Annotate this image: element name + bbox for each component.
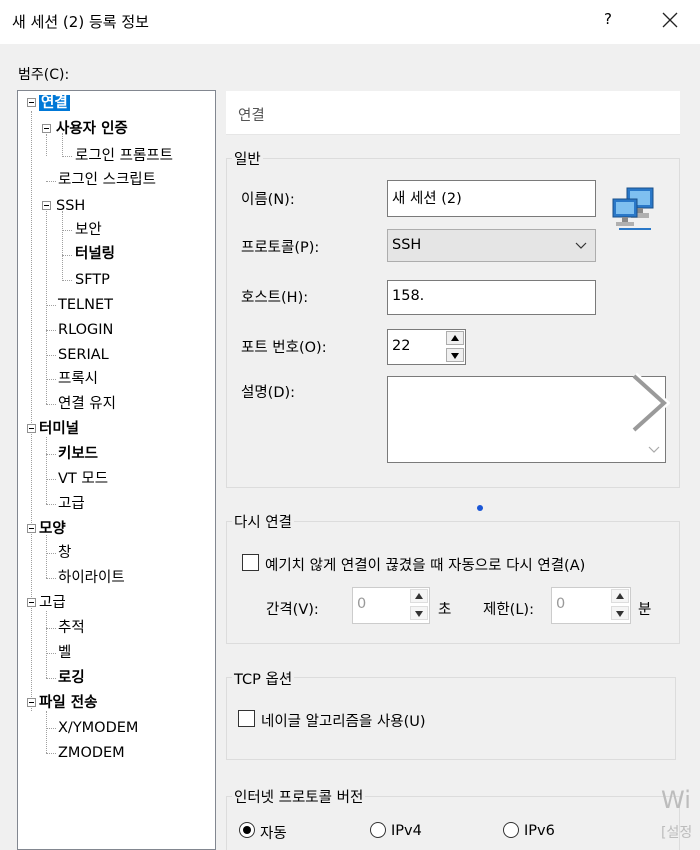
chevron-down-icon (648, 446, 660, 453)
panel-title: 연결 (238, 108, 265, 124)
interval-value: 0 (357, 596, 367, 612)
tree-item-proxy[interactable]: 프록시 (58, 368, 98, 390)
collapse-icon[interactable] (27, 424, 36, 433)
ipv6-radio[interactable] (503, 822, 519, 838)
tree-item-connection[interactable]: 연결 (39, 92, 70, 114)
tree-item-security[interactable]: 보안 (75, 219, 102, 241)
title-bar: 새 세션 (2) 등록 정보 ? (0, 0, 700, 44)
tree-item-file-transfer[interactable]: 파일 전송 (39, 692, 97, 714)
port-stepper[interactable]: 22 (387, 329, 466, 365)
tree-item-bell[interactable]: 벨 (58, 642, 71, 664)
tree-item-terminal-advanced[interactable]: 고급 (58, 493, 85, 515)
spin-up-button[interactable] (611, 589, 629, 603)
tree-item-xymodem[interactable]: X/YMODEM (58, 717, 138, 739)
spin-down-button[interactable] (446, 348, 464, 362)
tree-item-rlogin[interactable]: RLOGIN (58, 319, 113, 341)
triangle-down-icon (451, 353, 459, 359)
tree-item-keyboard[interactable]: 키보드 (58, 443, 98, 465)
window-title: 새 세션 (2) 등록 정보 (12, 13, 149, 31)
reconnect-group (226, 521, 680, 644)
activation-watermark-line2: [설정 (661, 825, 693, 841)
port-label: 포트 번호(O): (241, 340, 327, 356)
tree-item-zmodem[interactable]: ZMODEM (58, 742, 125, 764)
limit-unit: 분 (638, 602, 652, 618)
description-textarea[interactable] (387, 376, 666, 463)
limit-stepper[interactable]: 0 (551, 587, 631, 624)
interval-stepper[interactable]: 0 (352, 587, 430, 624)
focus-dot (477, 505, 483, 511)
spin-down-button[interactable] (410, 606, 428, 620)
tree-item-highlight[interactable]: 하이라이트 (58, 567, 125, 589)
ip-auto-label[interactable]: 자동 (260, 822, 287, 843)
collapse-icon[interactable] (42, 124, 51, 133)
triangle-down-icon (616, 611, 624, 617)
ipv6-label[interactable]: IPv6 (524, 823, 555, 839)
triangle-up-icon (616, 593, 624, 599)
category-label: 범주(C): (18, 67, 70, 83)
protocol-label: 프로토콜(P): (241, 240, 320, 256)
tree-item-serial[interactable]: SERIAL (58, 344, 109, 366)
ip-auto-radio[interactable] (239, 822, 255, 838)
name-input[interactable]: 새 세션 (2) (387, 180, 596, 217)
collapse-icon[interactable] (27, 698, 36, 707)
host-label: 호스트(H): (241, 290, 309, 306)
network-computers-icon (611, 185, 657, 231)
name-label: 이름(N): (241, 192, 295, 208)
chevron-down-icon (575, 242, 587, 249)
port-value: 22 (392, 338, 411, 354)
spin-up-button[interactable] (446, 331, 464, 345)
close-icon (662, 12, 678, 28)
tree-item-tunneling[interactable]: 터널링 (75, 243, 115, 265)
tree-item-window[interactable]: 창 (58, 542, 71, 564)
nagle-label[interactable]: 네이글 알고리즘을 사용(U) (261, 710, 426, 731)
tree-item-trace[interactable]: 추적 (58, 617, 85, 639)
session-properties-dialog: 새 세션 (2) 등록 정보 ? 범주(C): 연결 사용자 인증 로그인 프롬… (0, 0, 700, 850)
collapse-icon[interactable] (27, 524, 36, 533)
help-button[interactable]: ? (598, 10, 618, 28)
tree-item-advanced[interactable]: 고급 (39, 592, 66, 614)
tree-item-sftp[interactable]: SFTP (75, 269, 110, 291)
tree-item-telnet[interactable]: TELNET (58, 294, 113, 316)
protocol-value: SSH (392, 237, 422, 253)
tree-item-login-prompt[interactable]: 로그인 프롬프트 (75, 145, 173, 167)
host-input[interactable]: 158. (387, 280, 596, 315)
triangle-down-icon (415, 611, 423, 617)
tree-item-user-auth[interactable]: 사용자 인증 (56, 118, 128, 140)
protocol-select[interactable]: SSH (387, 229, 596, 262)
auto-reconnect-checkbox[interactable] (242, 554, 259, 571)
collapse-icon[interactable] (27, 98, 36, 107)
panel-header: 연결 (226, 91, 680, 135)
limit-value: 0 (556, 596, 566, 612)
tcp-group-title: TCP 옵션 (232, 668, 295, 689)
tree-item-ssh[interactable]: SSH (56, 195, 85, 217)
spin-down-button[interactable] (611, 606, 629, 620)
limit-label: 제한(L): (483, 602, 534, 618)
ip-version-group-title: 인터넷 프로토콜 버전 (232, 786, 366, 807)
tree-item-vt-mode[interactable]: VT 모드 (58, 468, 108, 490)
nagle-checkbox[interactable] (238, 710, 255, 727)
reconnect-group-title: 다시 연결 (232, 511, 294, 532)
collapse-icon[interactable] (27, 598, 36, 607)
close-button[interactable] (656, 6, 684, 34)
auto-reconnect-label[interactable]: 예기치 않게 연결이 끊겼을 때 자동으로 다시 연결(A) (265, 554, 585, 575)
activation-watermark-line1: Wi (661, 786, 691, 814)
ipv4-radio[interactable] (370, 822, 386, 838)
general-group-title: 일반 (232, 148, 263, 169)
tree-item-logging[interactable]: 로깅 (58, 667, 85, 689)
triangle-up-icon (415, 593, 423, 599)
interval-unit: 초 (438, 602, 452, 618)
collapse-icon[interactable] (42, 201, 51, 210)
interval-label: 간격(V): (266, 602, 319, 618)
next-arrow-icon[interactable] (628, 372, 671, 434)
tree-item-terminal[interactable]: 터미널 (39, 418, 79, 440)
category-tree[interactable]: 연결 사용자 인증 로그인 프롬프트 로그인 스크립트 SSH 보안 터널링 S… (17, 90, 216, 850)
description-label: 설명(D): (241, 385, 296, 401)
triangle-up-icon (451, 335, 459, 341)
tree-item-appearance[interactable]: 모양 (39, 518, 66, 540)
tree-item-keepalive[interactable]: 연결 유지 (58, 393, 116, 415)
ipv4-label[interactable]: IPv4 (391, 823, 422, 839)
spin-up-button[interactable] (410, 589, 428, 603)
tree-item-login-script[interactable]: 로그인 스크립트 (58, 169, 156, 191)
